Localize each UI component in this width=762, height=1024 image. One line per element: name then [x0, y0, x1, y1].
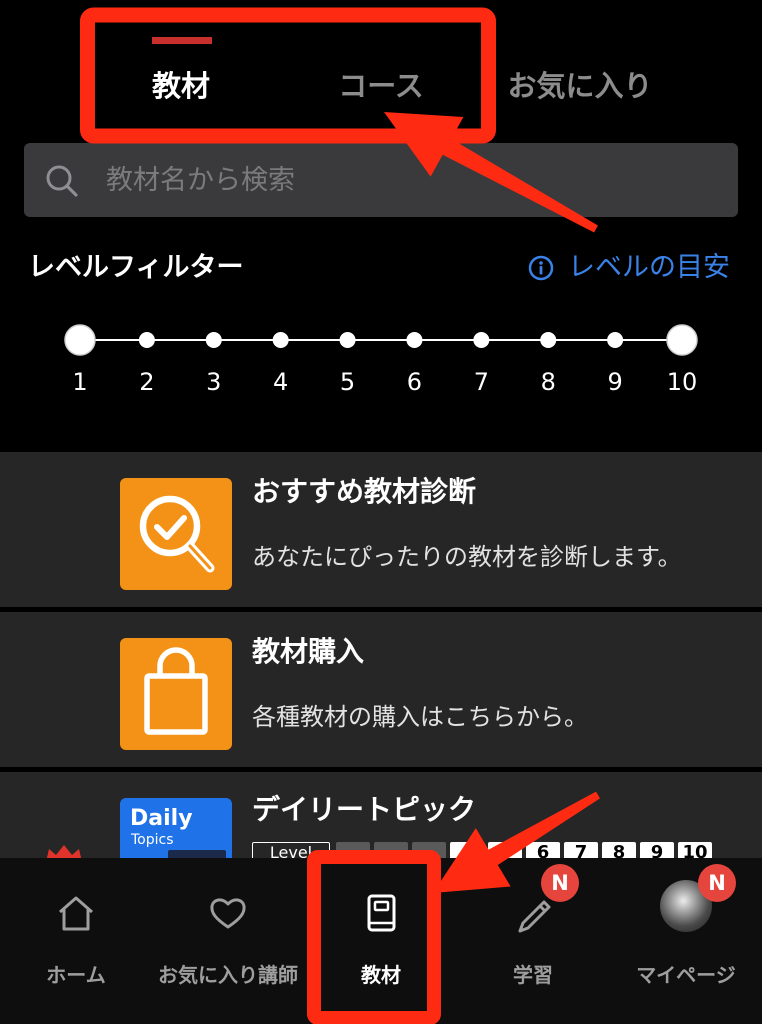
slider-stop[interactable] [205, 332, 222, 348]
slider-tick-label: 4 [273, 368, 288, 396]
slider-tick-label: 2 [139, 368, 154, 396]
level-guide-label: レベルの目安 [568, 252, 730, 283]
new-badge: N [698, 864, 736, 902]
item-subtitle: あなたにぴったりの教材を診断します。 [252, 543, 682, 571]
tab-courses[interactable]: コース [291, 66, 471, 106]
home-icon [59, 896, 93, 931]
slider-tick-label: 5 [340, 368, 355, 396]
list-item-recommendation-diagnosis[interactable]: おすすめ教材診断 あなたにぴったりの教材を診断します。 [0, 452, 762, 607]
nav-label: 教材 [361, 963, 401, 987]
item-title: 教材購入 [252, 635, 365, 668]
nav-item-home[interactable]: ホーム [0, 858, 152, 1024]
bottom-nav: ホーム お気に入り講師 教材 学習 N マイページ N [0, 858, 762, 1024]
list-item-purchase-materials[interactable]: 教材購入 各種教材の購入はこちらから。 [0, 612, 762, 767]
slider-tick-label: 1 [72, 368, 87, 396]
tab-favorites[interactable]: お気に入り [490, 66, 670, 106]
level-filter-title: レベルフィルター [28, 252, 244, 283]
thumbnail-title: Daily [130, 806, 193, 831]
pencil-icon [518, 900, 551, 933]
thumbnail-subtitle: Topics [131, 832, 174, 848]
slider-stop[interactable] [272, 332, 289, 348]
item-subtitle: 各種教材の購入はこちらから。 [252, 703, 588, 731]
info-icon [528, 255, 554, 281]
slider-tick-label: 7 [474, 368, 489, 396]
slider-handle[interactable] [64, 324, 96, 356]
item-title: デイリートピック [252, 793, 477, 826]
slider-tick-label: 3 [206, 368, 221, 396]
search-bar[interactable] [24, 143, 738, 217]
nav-label: 学習 [513, 963, 553, 987]
nav-item-study[interactable]: 学習 N [457, 858, 609, 1024]
nav-label: お気に入り講師 [158, 963, 298, 987]
tab-materials[interactable]: 教材 [91, 66, 271, 106]
slider-stop[interactable] [339, 332, 356, 348]
slider-stop[interactable] [540, 332, 557, 348]
heart-icon [210, 898, 246, 929]
slider-handle[interactable] [666, 324, 698, 356]
level-slider[interactable]: 1 2 3 4 5 6 7 8 9 10 [0, 300, 762, 410]
slider-tick-label: 8 [541, 368, 556, 396]
search-icon [46, 165, 78, 197]
slider-stop[interactable] [473, 332, 490, 348]
slider-stop[interactable] [138, 332, 155, 348]
magnifier-check-icon [139, 495, 215, 573]
search-input[interactable] [106, 143, 706, 217]
nav-item-favorite-teachers[interactable]: お気に入り講師 [152, 858, 304, 1024]
tile-icon-box [120, 638, 232, 750]
book-icon [367, 894, 396, 932]
slider-stop[interactable] [406, 332, 423, 348]
slider-tick-label: 6 [407, 368, 422, 396]
tile-icon-box [120, 478, 232, 590]
slider-stop[interactable] [607, 332, 624, 348]
slider-tick-label: 10 [667, 368, 698, 396]
active-tab-indicator [152, 37, 212, 44]
slider-tick-label: 9 [607, 368, 622, 396]
nav-item-my-page[interactable]: マイページ N [610, 858, 762, 1024]
level-guide-link[interactable]: レベルの目安 [526, 250, 740, 286]
nav-label: マイページ [636, 963, 736, 987]
item-title: おすすめ教材診断 [252, 475, 477, 508]
nav-label: ホーム [46, 963, 106, 987]
nav-item-materials[interactable]: 教材 [305, 858, 457, 1024]
new-badge: N [541, 864, 579, 902]
shopping-bag-icon [144, 647, 208, 735]
